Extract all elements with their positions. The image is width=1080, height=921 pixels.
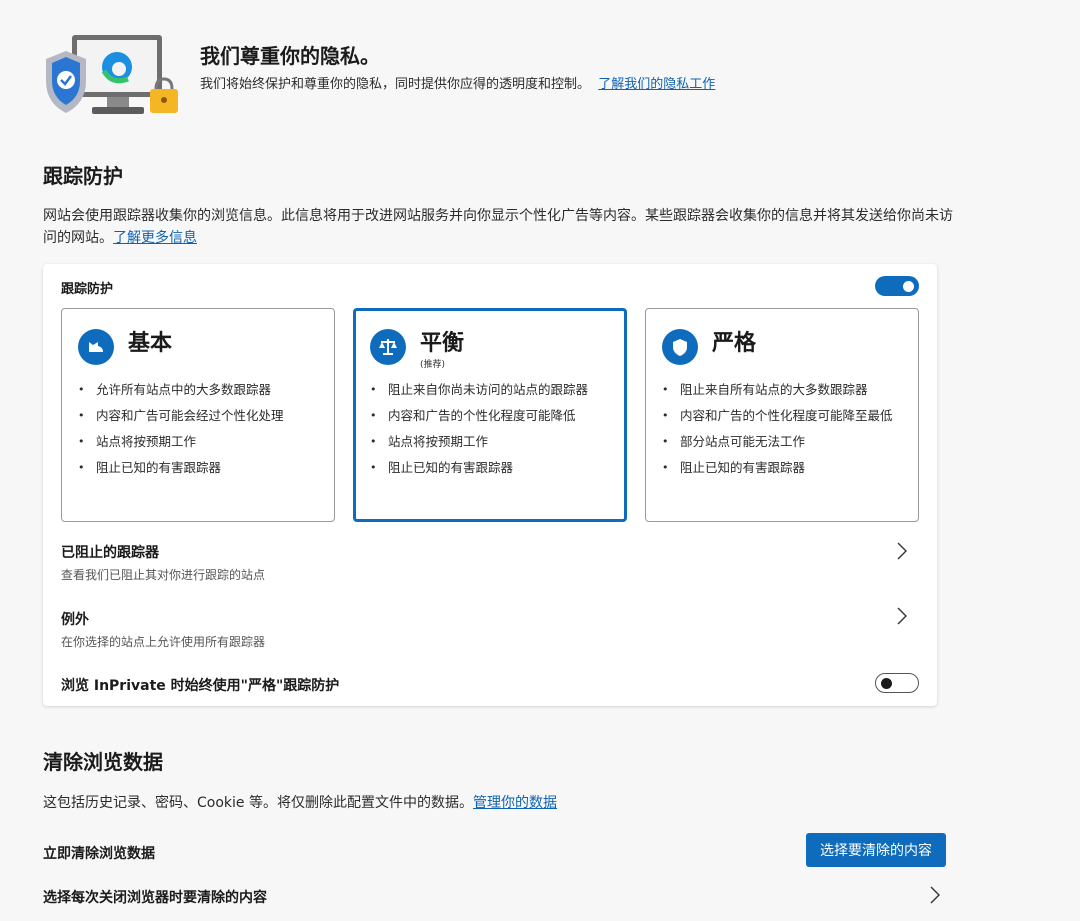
- privacy-description: 我们将始终保护和尊重你的隐私，同时提供你应得的透明度和控制。 了解我们的隐私工作: [200, 77, 716, 92]
- tracking-description: 网站会使用跟踪器收集你的浏览信息。此信息将用于改进网站服务并向你显示个性化广告等…: [43, 208, 953, 246]
- privacy-link[interactable]: 了解我们的隐私工作: [598, 77, 715, 92]
- blocked-trackers-title: 已阻止的跟踪器: [61, 545, 159, 561]
- privacy-title: 我们尊重你的隐私。: [200, 44, 380, 68]
- cat-icon: [78, 329, 114, 365]
- inprivate-strict-toggle[interactable]: [875, 673, 919, 693]
- list-item: 阻止来自你尚未访问的站点的跟踪器: [368, 381, 608, 399]
- list-item: 阻止已知的有害跟踪器: [660, 459, 902, 477]
- choose-what-to-clear-button[interactable]: 选择要清除的内容: [806, 833, 946, 867]
- learn-more-link[interactable]: 了解更多信息: [113, 230, 197, 246]
- clear-on-close-label[interactable]: 选择每次关闭浏览器时要清除的内容: [43, 887, 267, 907]
- list-item: 站点将按预期工作: [368, 433, 608, 451]
- scale-icon: [370, 329, 406, 365]
- clear-description: 这包括历史记录、密码、Cookie 等。将仅删除此配置文件中的数据。管理你的数据: [43, 795, 557, 811]
- card-title: 跟踪防护: [61, 282, 114, 297]
- privacy-illustration: [46, 35, 178, 114]
- clear-section-title: 清除浏览数据: [43, 750, 163, 774]
- exceptions-title: 例外: [61, 612, 89, 628]
- list-item: 内容和广告的个性化程度可能降低: [368, 407, 608, 425]
- list-item: 部分站点可能无法工作: [660, 433, 902, 451]
- level-card-balanced[interactable]: 平衡 (推荐) 阻止来自你尚未访问的站点的跟踪器 内容和广告的个性化程度可能降低…: [353, 308, 627, 522]
- clear-now-label: 立即清除浏览数据: [43, 846, 155, 862]
- blocked-trackers-row[interactable]: 已阻止的跟踪器 查看我们已阻止其对你进行跟踪的站点: [61, 542, 265, 583]
- list-item: 允许所有站点中的大多数跟踪器: [76, 381, 318, 399]
- list-item: 阻止已知的有害跟踪器: [76, 459, 318, 477]
- level-card-basic[interactable]: 基本 允许所有站点中的大多数跟踪器 内容和广告可能会经过个性化处理 站点将按预期…: [61, 308, 335, 522]
- tracking-toggle[interactable]: [875, 276, 919, 296]
- chevron-right-icon[interactable]: [928, 884, 942, 906]
- tracking-section-title: 跟踪防护: [43, 164, 123, 188]
- blocked-trackers-subtitle: 查看我们已阻止其对你进行跟踪的站点: [61, 568, 266, 582]
- exceptions-row[interactable]: 例外 在你选择的站点上允许使用所有跟踪器: [61, 609, 265, 650]
- level-card-strict[interactable]: 严格 阻止来自所有站点的大多数跟踪器 内容和广告的个性化程度可能降至最低 部分站…: [645, 308, 919, 522]
- manage-data-link[interactable]: 管理你的数据: [473, 795, 557, 811]
- shield-icon: [662, 329, 698, 365]
- recommended-label: (推荐): [420, 360, 446, 370]
- level-name: 平衡: [420, 331, 465, 356]
- list-item: 阻止已知的有害跟踪器: [368, 459, 608, 477]
- list-item: 内容和广告可能会经过个性化处理: [76, 407, 318, 425]
- tracking-card: 跟踪防护 基本 允许所有站点中的大多数跟踪器 内容和广告可能会经过个性化处理 站…: [43, 264, 937, 706]
- list-item: 内容和广告的个性化程度可能降至最低: [660, 407, 902, 425]
- level-name: 基本: [128, 331, 173, 356]
- level-name: 严格: [712, 331, 757, 356]
- chevron-right-icon[interactable]: [895, 605, 909, 627]
- list-item: 站点将按预期工作: [76, 433, 318, 451]
- inprivate-strict-label: 浏览 InPrivate 时始终使用"严格"跟踪防护: [61, 678, 340, 694]
- chevron-right-icon[interactable]: [895, 540, 909, 562]
- list-item: 阻止来自所有站点的大多数跟踪器: [660, 381, 902, 399]
- exceptions-subtitle: 在你选择的站点上允许使用所有跟踪器: [61, 635, 266, 649]
